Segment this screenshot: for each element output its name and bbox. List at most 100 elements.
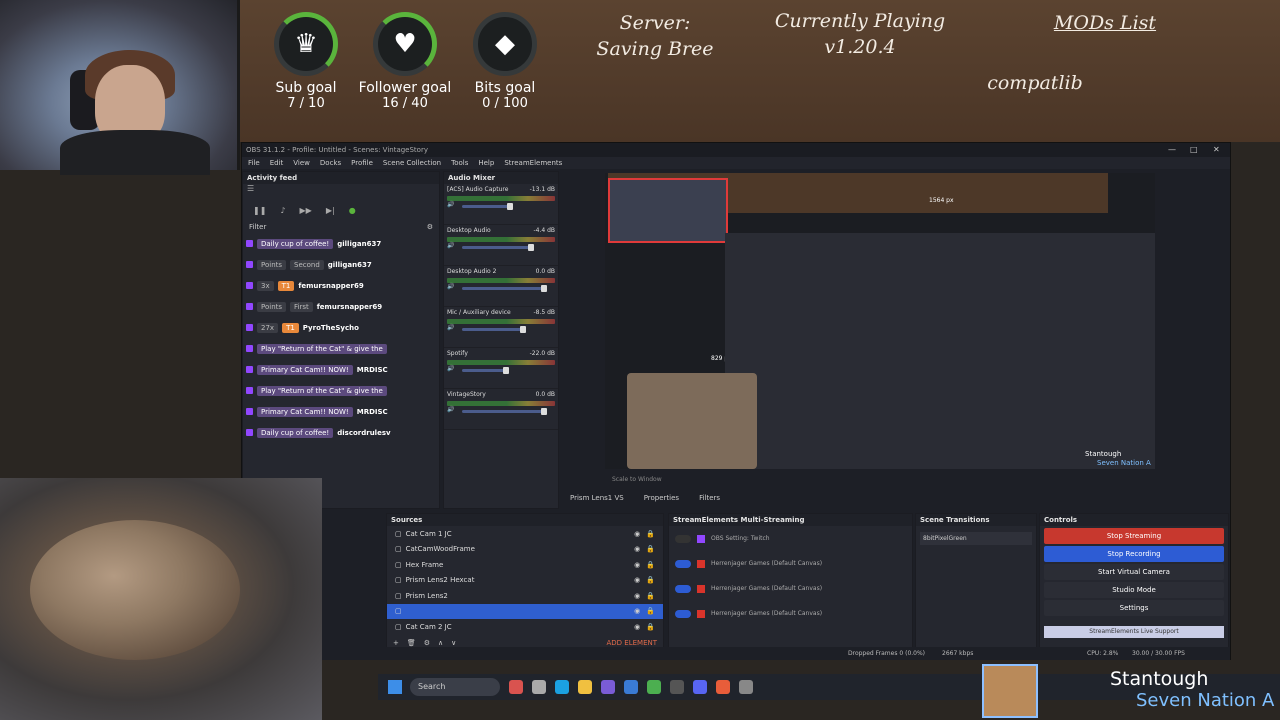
feed-item[interactable]: 27x T1 PyroTheSycho	[243, 317, 439, 338]
speaker-icon[interactable]: 🔊	[447, 201, 454, 208]
move-down-icon[interactable]: ∨	[451, 639, 456, 647]
filter-dropdown[interactable]: Filter	[249, 223, 266, 231]
pause-icon[interactable]: ❚❚	[253, 206, 266, 215]
control-button[interactable]: Settings	[1044, 600, 1224, 616]
feed-item[interactable]: Daily cup of coffee! gilligan637	[243, 233, 439, 254]
volume-slider[interactable]	[462, 408, 548, 415]
source-item[interactable]: ▢ Cat Cam 1 JC ◉ 🔒	[387, 526, 663, 542]
volume-slider[interactable]	[462, 285, 548, 292]
stream-toggle[interactable]	[675, 609, 691, 618]
app-icon[interactable]	[624, 680, 638, 694]
move-up-icon[interactable]: ∧	[438, 639, 443, 647]
feed-item[interactable]: 3x T1 femursnapper69	[243, 275, 439, 296]
app-icon[interactable]	[716, 680, 730, 694]
discord-icon[interactable]	[693, 680, 707, 694]
obs-icon[interactable]	[670, 680, 684, 694]
scale-selector[interactable]: Scale to Window	[612, 476, 662, 483]
speaker-icon[interactable]: 🔊	[447, 406, 454, 413]
menu-profile[interactable]: Profile	[351, 157, 373, 169]
next-icon[interactable]: ▶|	[326, 206, 335, 215]
menu-streamelements[interactable]: StreamElements	[504, 157, 562, 169]
edge-icon[interactable]	[555, 680, 569, 694]
lock-icon[interactable]: 🔒	[646, 623, 655, 631]
feed-item[interactable]: Play "Return of the Cat" & give the	[243, 380, 439, 401]
menu-help[interactable]: Help	[478, 157, 494, 169]
add-source-icon[interactable]: +	[393, 639, 399, 647]
minimize-icon[interactable]: —	[1168, 145, 1176, 154]
speaker-icon[interactable]: 🔊	[447, 283, 454, 290]
feed-user: MRDISC	[356, 407, 388, 416]
speaker-icon[interactable]: 🔊	[447, 324, 454, 331]
multistream-target: Herrenjager Games (Default Canvas)	[669, 601, 912, 626]
visibility-eye-icon[interactable]: ◉	[634, 607, 640, 615]
app-icon[interactable]	[601, 680, 615, 694]
volume-slider[interactable]	[462, 244, 535, 251]
lock-icon[interactable]: 🔒	[646, 545, 655, 553]
remove-source-icon[interactable]: 🗑	[407, 639, 416, 647]
source-item[interactable]: ▢ Prism Lens2 ◉ 🔒	[387, 588, 663, 604]
visibility-eye-icon[interactable]: ◉	[634, 545, 640, 553]
stream-toggle[interactable]	[675, 584, 691, 593]
taskbar-search[interactable]: Search	[410, 678, 500, 696]
preview-webcam-source[interactable]	[608, 178, 728, 243]
scene-preview[interactable]: 1564 px 829 px Stantough Seven Nation A	[605, 173, 1155, 469]
source-settings-icon[interactable]: ⚙	[424, 639, 430, 647]
lock-icon[interactable]: 🔒	[646, 592, 655, 600]
feed-item[interactable]: Daily cup of coffee! discordrulesv	[243, 422, 439, 443]
speaker-icon[interactable]: 🔊	[447, 365, 454, 372]
folder-icon[interactable]	[578, 680, 592, 694]
menu-file[interactable]: File	[248, 157, 260, 169]
menu-docks[interactable]: Docks	[320, 157, 341, 169]
feed-item[interactable]: Points First femursnapper69	[243, 296, 439, 317]
app-icon[interactable]	[509, 680, 523, 694]
volume-slider[interactable]	[462, 203, 514, 210]
control-button[interactable]: Studio Mode	[1044, 582, 1224, 598]
skip-icon[interactable]: ▶▶	[300, 206, 312, 215]
control-button[interactable]: Start Virtual Camera	[1044, 564, 1224, 580]
stream-toggle[interactable]	[675, 559, 691, 568]
volume-slider[interactable]	[462, 367, 510, 374]
menu-view[interactable]: View	[293, 157, 310, 169]
live-support-button[interactable]: StreamElements Live Support	[1044, 626, 1224, 638]
control-button[interactable]: Stop Recording	[1044, 546, 1224, 562]
app-icon[interactable]	[739, 680, 753, 694]
transition-select[interactable]: 8bitPixelGreen	[920, 532, 1032, 545]
control-button[interactable]: Stop Streaming	[1044, 528, 1224, 544]
feed-menu-icon[interactable]: ☰	[243, 184, 439, 200]
visibility-eye-icon[interactable]: ◉	[634, 530, 640, 538]
lock-icon[interactable]: 🔒	[646, 561, 655, 569]
visibility-eye-icon[interactable]: ◉	[634, 592, 640, 600]
speaker-icon[interactable]: 🔊	[447, 242, 454, 249]
feed-item[interactable]: Primary Cat Cam!! NOW! MRDISC	[243, 401, 439, 422]
close-icon[interactable]: ✕	[1213, 145, 1220, 154]
app-icon[interactable]	[532, 680, 546, 694]
chrome-icon[interactable]	[647, 680, 661, 694]
feed-item[interactable]: Play "Return of the Cat" & give the	[243, 338, 439, 359]
lock-icon[interactable]: 🔒	[646, 530, 655, 538]
source-item[interactable]: ▢ Hex Frame ◉ 🔒	[387, 557, 663, 573]
bell-icon[interactable]: ♪	[280, 206, 285, 215]
source-item[interactable]: ▢ ◉ 🔒	[387, 603, 663, 619]
menu-tools[interactable]: Tools	[451, 157, 468, 169]
lock-icon[interactable]: 🔒	[646, 607, 655, 615]
feed-item[interactable]: Points Second gilligan637	[243, 254, 439, 275]
visibility-eye-icon[interactable]: ◉	[634, 623, 640, 631]
add-element-button[interactable]: ADD ELEMENT	[606, 639, 657, 647]
source-item[interactable]: ▢ Cat Cam 2 JC ◉ 🔒	[387, 619, 663, 635]
volume-slider[interactable]	[462, 326, 527, 333]
properties-button[interactable]: Properties	[644, 494, 679, 502]
source-item[interactable]: ▢ CatCamWoodFrame ◉ 🔒	[387, 542, 663, 558]
live-icon[interactable]: ●	[349, 206, 356, 215]
visibility-eye-icon[interactable]: ◉	[634, 561, 640, 569]
start-icon[interactable]	[388, 680, 402, 694]
stream-toggle[interactable]	[675, 534, 691, 543]
visibility-eye-icon[interactable]: ◉	[634, 576, 640, 584]
menu-scene-collection[interactable]: Scene Collection	[383, 157, 441, 169]
lock-icon[interactable]: 🔒	[646, 576, 655, 584]
menu-edit[interactable]: Edit	[270, 157, 284, 169]
filters-button[interactable]: Filters	[699, 494, 720, 502]
settings-gear-icon[interactable]: ⚙	[427, 223, 433, 231]
feed-item[interactable]: Primary Cat Cam!! NOW! MRDISC	[243, 359, 439, 380]
source-item[interactable]: ▢ Prism Lens2 Hexcat ◉ 🔒	[387, 573, 663, 589]
maximize-icon[interactable]: □	[1190, 145, 1198, 154]
